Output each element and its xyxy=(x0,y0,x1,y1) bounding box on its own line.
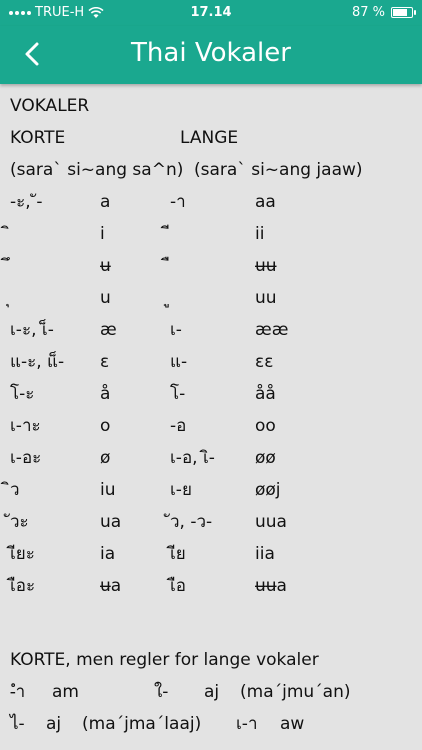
vowel-cell: øøj xyxy=(255,480,281,500)
vowel-cell: ia xyxy=(100,544,116,564)
battery-icon xyxy=(391,7,416,18)
vowel-cell: เือะ xyxy=(10,576,36,596)
note-cell: am xyxy=(52,682,79,702)
vowel-cell: โ-ะ xyxy=(10,384,35,404)
vowel-cell: ʉ xyxy=(100,256,111,276)
note-row: -ำ am ใ- aj (ma´jmu´an) xyxy=(10,676,410,708)
vowel-cell: oo xyxy=(255,416,276,436)
vowel-row: ิiีii xyxy=(10,218,410,250)
page-title: Thai Vokaler xyxy=(131,38,291,68)
vowel-cell: u xyxy=(100,288,111,308)
note-cell: aj xyxy=(204,682,220,702)
vowel-row: ิว iu เ-ย øøj xyxy=(10,474,410,506)
vowel-cell: เ- xyxy=(170,320,182,340)
vowel-cell: uua xyxy=(255,512,287,532)
vowel-row: โ-ะ å โ-åå xyxy=(10,378,410,410)
vowel-cell: ัว, -ว- xyxy=(170,512,213,532)
vowel-cell: uu xyxy=(255,288,277,308)
vowel-cell: ææ xyxy=(255,320,289,340)
short-column-label: KORTE xyxy=(10,128,66,148)
vowel-cell: เียะ xyxy=(10,544,35,564)
vowel-cell: o xyxy=(100,416,111,436)
vowel-cell: iu xyxy=(100,480,116,500)
battery-group: 87 % xyxy=(351,5,416,20)
vowel-row: ึʉืʉʉ xyxy=(10,250,410,282)
vowel-cell: ʉa xyxy=(100,576,122,596)
vowel-cell: -อ xyxy=(170,416,187,436)
vowel-cell: เีย xyxy=(170,544,186,564)
vowel-cell: แ- xyxy=(170,352,188,372)
vowel-cell: ε xyxy=(100,352,110,372)
vowel-row: เียะ ia เีย iia xyxy=(10,538,410,570)
vowel-cell: εε xyxy=(255,352,274,372)
note-cell: (ma´jma´laaj) xyxy=(82,714,202,734)
vowel-row: เือะ ʉa เือ ʉʉa xyxy=(10,570,410,602)
battery-percent: 87 % xyxy=(351,5,385,20)
note-cell: (ma´jmu´an) xyxy=(240,682,351,702)
vowel-cell: -ะ, ั- xyxy=(10,192,43,212)
note-heading-text: KORTE, men regler for lange vokaler xyxy=(10,650,319,670)
vowel-cell: แ-ะ, แ็- xyxy=(10,352,65,372)
long-subheader: (sara` si~ang jaaw) xyxy=(194,160,363,180)
vowel-cell: เ-ะ, เ็- xyxy=(10,320,54,340)
vowel-cell: ʉʉa xyxy=(255,576,287,596)
vowel-row: เ-าะ o -อ oo xyxy=(10,410,410,442)
note-row: ไ- aj (ma´jma´laaj) เ-า aw xyxy=(10,708,410,740)
vowel-cell: เ-อะ xyxy=(10,448,42,468)
vowel-cell: åå xyxy=(255,384,276,404)
note-heading: KORTE, men regler for lange vokaler xyxy=(10,644,410,676)
short-subheader: (sara` si~ang sa^n) xyxy=(10,160,184,180)
vowel-cell: ii xyxy=(255,224,265,244)
column-subheaders: (sara` si~ang sa^n) (sara` si~ang jaaw) xyxy=(10,154,410,186)
note-cell: ไ- xyxy=(10,714,25,734)
note-cell: ใ- xyxy=(154,682,169,702)
vowel-cell: -า xyxy=(170,192,186,212)
note-cell: aw xyxy=(280,714,305,734)
nav-bar: Thai Vokaler xyxy=(0,26,422,84)
vowel-cell: ิว xyxy=(10,480,20,500)
vowel-cell: ua xyxy=(100,512,122,532)
vowel-cell: a xyxy=(100,192,111,212)
note-cell: -ำ xyxy=(10,682,26,702)
vowel-cell: ø xyxy=(100,448,111,468)
vowel-cell: æ xyxy=(100,320,117,340)
vowel-cell: iia xyxy=(255,544,275,564)
vowel-row: แ-ะ, แ็- ε แ-εε xyxy=(10,346,410,378)
vowel-cell: i xyxy=(100,224,105,244)
vowel-content: VOKALER KORTE LANGE (sara` si~ang sa^n) … xyxy=(10,90,410,740)
vowel-cell: ʉʉ xyxy=(255,256,277,276)
vowel-cell: เ-าะ xyxy=(10,416,41,436)
vowel-cell: aa xyxy=(255,192,276,212)
section-heading: VOKALER xyxy=(10,90,410,122)
vowel-row: ัวะ uaัว, -ว-uua xyxy=(10,506,410,538)
vowel-cell: เ-ย xyxy=(170,480,192,500)
vowel-row: เ-อะ ø เ-อ, เิ- øø xyxy=(10,442,410,474)
vowel-row: -ะ, ั- a -า aa xyxy=(10,186,410,218)
status-bar: TRUE-H 17.14 87 % xyxy=(0,0,422,26)
vowel-cell: โ- xyxy=(170,384,186,404)
vowel-table: -ะ, ั- a -า aaิiีiiึʉืʉʉุuูuu เ-ะ, เ็- æ เ-ææ แ… xyxy=(10,186,410,602)
long-column-label: LANGE xyxy=(180,128,239,148)
vowel-cell: เ-อ, เิ- xyxy=(170,448,215,468)
vowel-cell: å xyxy=(100,384,111,404)
note-cell: aj xyxy=(46,714,62,734)
heading-text: VOKALER xyxy=(10,96,90,116)
vowel-row: ุuูuu xyxy=(10,282,410,314)
column-headers: KORTE LANGE xyxy=(10,122,410,154)
vowel-row: เ-ะ, เ็- æ เ-ææ xyxy=(10,314,410,346)
vowel-cell: เือ xyxy=(170,576,187,596)
vowel-cell: ัวะ xyxy=(10,512,29,532)
vowel-cell: øø xyxy=(255,448,276,468)
note-cell: เ-า xyxy=(236,714,258,734)
